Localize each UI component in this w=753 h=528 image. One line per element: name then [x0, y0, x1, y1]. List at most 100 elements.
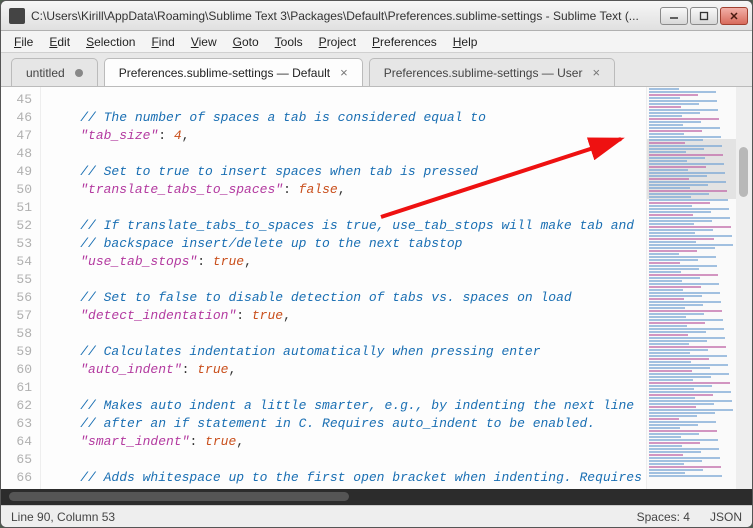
tab[interactable]: untitled	[11, 58, 98, 86]
minimap-line	[649, 238, 714, 240]
menu-view[interactable]: View	[184, 33, 224, 51]
code-line[interactable]: // If translate_tabs_to_spaces is true, …	[49, 217, 646, 235]
code-line[interactable]	[49, 271, 646, 289]
vertical-scrollbar[interactable]	[736, 87, 752, 489]
minimap-line	[649, 298, 684, 300]
minimap-line	[649, 184, 708, 186]
code-line[interactable]: // Adds whitespace up to the first open …	[49, 469, 646, 487]
line-number: 64	[1, 433, 32, 451]
code-line[interactable]: "smart_indent": true,	[49, 433, 646, 451]
code-line[interactable]: "tab_size": 4,	[49, 127, 646, 145]
minimap-line	[649, 409, 733, 411]
menubar: FileEditSelectionFindViewGotoToolsProjec…	[1, 31, 752, 53]
minimap-line	[649, 412, 715, 414]
code-line[interactable]: // The number of spaces a tab is conside…	[49, 109, 646, 127]
code-line[interactable]: "auto_indent": true,	[49, 361, 646, 379]
minimap-line	[649, 418, 679, 420]
code-line[interactable]: // Set to false to disable detection of …	[49, 289, 646, 307]
code-line[interactable]	[49, 379, 646, 397]
minimap-line	[649, 295, 702, 297]
maximize-button[interactable]	[690, 7, 718, 25]
minimap-line	[649, 445, 682, 447]
minimap-line	[649, 373, 729, 375]
minimap-line	[649, 226, 731, 228]
minimap-line	[649, 451, 701, 453]
minimap-line	[649, 433, 699, 435]
menu-file[interactable]: File	[7, 33, 40, 51]
status-syntax[interactable]: JSON	[710, 510, 742, 524]
menu-project[interactable]: Project	[312, 33, 363, 51]
minimap-line	[649, 265, 717, 267]
minimap-line	[649, 178, 689, 180]
minimap-line	[649, 115, 682, 117]
minimap-line	[649, 109, 718, 111]
menu-selection[interactable]: Selection	[79, 33, 142, 51]
minimap-line	[649, 394, 713, 396]
dirty-indicator-icon	[75, 69, 83, 77]
code-line[interactable]: // Calculates indentation automatically …	[49, 343, 646, 361]
menu-tools[interactable]: Tools	[268, 33, 310, 51]
minimap-line	[649, 430, 717, 432]
menu-find[interactable]: Find	[144, 33, 181, 51]
vertical-scrollbar-thumb[interactable]	[739, 147, 748, 197]
line-number: 63	[1, 415, 32, 433]
minimap-line	[649, 139, 703, 141]
menu-preferences[interactable]: Preferences	[365, 33, 444, 51]
minimize-button[interactable]	[660, 7, 688, 25]
minimap-line	[649, 223, 694, 225]
minimap-line	[649, 217, 730, 219]
minimap-line	[649, 385, 712, 387]
code-line[interactable]	[49, 451, 646, 469]
line-number: 61	[1, 379, 32, 397]
minimap-line	[649, 319, 723, 321]
minimap-line	[649, 406, 696, 408]
tab[interactable]: Preferences.sublime-settings — Default×	[104, 58, 363, 86]
minimap-line	[649, 475, 722, 477]
menu-edit[interactable]: Edit	[42, 33, 77, 51]
code-line[interactable]: "translate_tabs_to_spaces": false,	[49, 181, 646, 199]
maximize-icon	[699, 11, 709, 21]
line-number: 59	[1, 343, 32, 361]
tab-close-icon[interactable]: ×	[592, 66, 600, 79]
code-line[interactable]	[49, 91, 646, 109]
minimap-line	[649, 349, 708, 351]
minimap[interactable]	[646, 87, 736, 489]
code-line[interactable]: // after an if statement in C. Requires …	[49, 415, 646, 433]
code-line[interactable]	[49, 325, 646, 343]
horizontal-scrollbar-thumb[interactable]	[9, 492, 349, 501]
tabbar: untitled Preferences.sublime-settings — D…	[1, 53, 752, 87]
status-position[interactable]: Line 90, Column 53	[11, 510, 115, 524]
code-line[interactable]: "use_tab_stops": true,	[49, 253, 646, 271]
line-number: 53	[1, 235, 32, 253]
code-line[interactable]: "detect_indentation": true,	[49, 307, 646, 325]
minimap-line	[649, 283, 719, 285]
line-number: 46	[1, 109, 32, 127]
minimap-line	[649, 118, 719, 120]
titlebar[interactable]: C:\Users\Kirill\AppData\Roaming\Sublime …	[1, 1, 752, 31]
menu-help[interactable]: Help	[446, 33, 485, 51]
line-number: 65	[1, 451, 32, 469]
code-line[interactable]: // backspace insert/delete up to the nex…	[49, 235, 646, 253]
code-line[interactable]: // Makes auto indent a little smarter, e…	[49, 397, 646, 415]
tab[interactable]: Preferences.sublime-settings — User×	[369, 58, 615, 86]
code-line[interactable]	[49, 199, 646, 217]
tab-close-icon[interactable]: ×	[340, 66, 348, 79]
minimap-line	[649, 352, 690, 354]
line-number: 47	[1, 127, 32, 145]
tab-label: untitled	[26, 66, 65, 80]
menu-goto[interactable]: Goto	[226, 33, 266, 51]
minimap-line	[649, 313, 704, 315]
close-button[interactable]	[720, 7, 748, 25]
line-number: 50	[1, 181, 32, 199]
code-view[interactable]: // The number of spaces a tab is conside…	[41, 87, 646, 489]
status-indent[interactable]: Spaces: 4	[637, 510, 690, 524]
minimap-line	[649, 436, 681, 438]
window-buttons	[660, 7, 748, 25]
code-line[interactable]: // Set to true to insert spaces when tab…	[49, 163, 646, 181]
statusbar: Line 90, Column 53 Spaces: 4 JSON	[1, 505, 752, 527]
horizontal-scrollbar[interactable]	[1, 489, 752, 505]
minimap-line	[649, 268, 699, 270]
line-number: 54	[1, 253, 32, 271]
minimap-line	[649, 127, 720, 129]
code-line[interactable]	[49, 145, 646, 163]
